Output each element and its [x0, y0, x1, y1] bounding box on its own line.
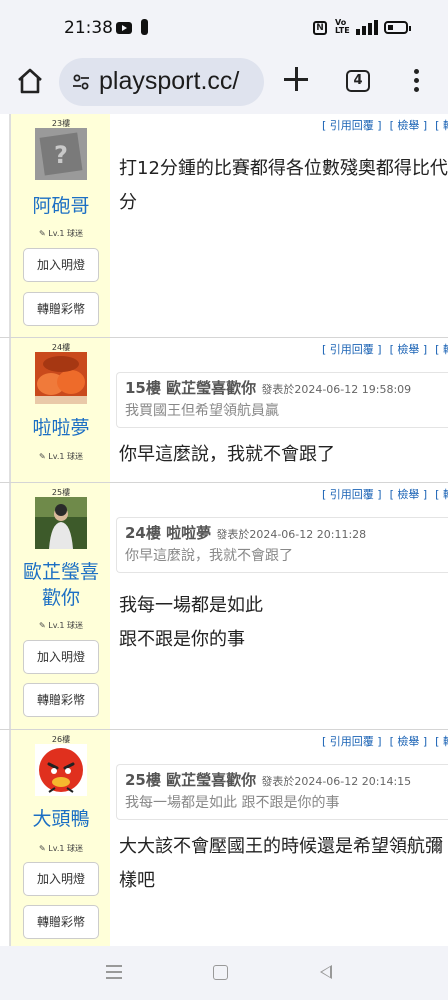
post-actions: [ 引用回覆 ] [ 檢舉 ] [ 轉 [322, 733, 448, 749]
quote-text: 我每一場都是如此 跟不跟是你的事 [125, 795, 340, 811]
pencil-icon: ✎ [39, 844, 49, 853]
report-link[interactable]: [ 檢舉 ] [390, 343, 428, 356]
user-level: ✎ Lv.1 球迷 [39, 452, 83, 461]
signal-icon [356, 19, 378, 35]
person-photo-avatar [35, 497, 87, 549]
add-fan-button[interactable]: 加入明燈 [23, 248, 99, 282]
new-tab-icon[interactable] [284, 67, 308, 91]
avatar[interactable] [35, 744, 87, 796]
quoted-post: 24樓 啦啦夢 發表於2024-06-12 20:11:28 你早這麼說，我就不… [116, 517, 448, 573]
more-link[interactable]: [ 轉 [435, 488, 448, 501]
quoted-post: 15樓 歐芷瑩喜歡你 發表於2024-06-12 19:58:09 我買國王但希… [116, 372, 448, 428]
user-profile: 24樓 啦啦夢 ✎ Lv.1 球迷 [10, 338, 110, 482]
recent-apps-icon[interactable] [106, 965, 122, 979]
post-actions: [ 引用回覆 ] [ 檢舉 ] [ 轉 [322, 341, 448, 357]
username[interactable]: 大頭鴨 [11, 806, 111, 832]
quote-reply-link[interactable]: [ 引用回覆 ] [322, 735, 382, 748]
back-icon[interactable] [320, 965, 332, 979]
browser-toolbar: playsport.cc/ 4 [0, 56, 448, 114]
post-body-line: 大大該不會壓國王的時候還是希望領航彌 [119, 836, 443, 857]
system-nav-bar [0, 946, 448, 1000]
default-avatar-icon: ? [35, 128, 87, 180]
quote-header: 25樓 歐芷瑩喜歡你 發表於2024-06-12 20:14:15 [125, 771, 412, 789]
home-icon[interactable] [14, 65, 46, 97]
quote-text: 我買國王但希望領航員贏 [125, 403, 279, 419]
quote-reply-link[interactable]: [ 引用回覆 ] [322, 119, 382, 132]
post-body-line: 樣吧 [119, 870, 155, 891]
more-menu-icon[interactable] [414, 69, 420, 93]
post-floor-24: 24樓 啦啦夢 ✎ Lv.1 球迷 [ 引用回覆 ] [ 檢舉 ] [ 轉 15樓 … [10, 338, 448, 482]
add-fan-button[interactable]: 加入明燈 [23, 640, 99, 674]
more-link[interactable]: [ 轉 [435, 735, 448, 748]
quote-header: 15樓 歐芷瑩喜歡你 發表於2024-06-12 19:58:09 [125, 379, 412, 397]
nav-home-icon[interactable] [213, 965, 228, 980]
username[interactable]: 歐芷瑩喜 歡你 [11, 559, 111, 611]
status-bar: 21:38 N Vo LTE [0, 0, 448, 56]
battery-icon [384, 21, 411, 34]
user-profile: 26樓 大頭鴨 ✎ Lv.1 球迷 加入明燈 轉贈彩幣 [10, 730, 110, 946]
gift-coins-button[interactable]: 轉贈彩幣 [23, 905, 99, 939]
quote-text: 你早這麼說，我就不會跟了 [125, 548, 293, 564]
post-floor-23: 23樓 ? 阿砲哥 ✎ Lv.1 球迷 加入明燈 轉贈彩幣 [ 引用回覆 ][ … [10, 114, 448, 337]
user-level: ✎ Lv.1 球迷 [39, 621, 83, 630]
user-profile: 25樓 歐芷瑩喜 歡你 ✎ Lv.1 球迷 加入明燈 轉贈彩幣 [10, 483, 110, 729]
svg-text:?: ? [54, 141, 68, 169]
username[interactable]: 啦啦夢 [11, 415, 111, 441]
add-fan-button[interactable]: 加入明燈 [23, 862, 99, 896]
post-body-line: 我每一場都是如此 [119, 595, 263, 616]
avatar[interactable]: ? [35, 128, 87, 180]
gift-coins-button[interactable]: 轉贈彩幣 [23, 683, 99, 717]
post-floor-26: 26樓 大頭鴨 ✎ Lv.1 球迷 加入明燈 轉贈彩幣 [ 引用回覆 ] [ 檢舉… [10, 730, 448, 946]
red-duck-avatar [35, 744, 87, 796]
more-link[interactable]: [ 轉 [435, 119, 448, 132]
site-settings-icon[interactable] [71, 72, 91, 92]
quote-header: 24樓 啦啦夢 發表於2024-06-12 20:11:28 [125, 524, 367, 542]
youtube-notification-icon [116, 22, 132, 34]
user-level: ✎ Lv.1 球迷 [39, 229, 83, 238]
post-body-line: 分 [119, 192, 137, 213]
report-link[interactable]: [ 檢舉 ] [390, 735, 428, 748]
pencil-icon: ✎ [39, 229, 49, 238]
post-floor-25: 25樓 歐芷瑩喜 歡你 ✎ Lv.1 球迷 加入明燈 轉贈彩幣 [ 引用回覆 ][… [10, 483, 448, 729]
post-actions: [ 引用回覆 ] [ 檢舉 ] [ 轉 [322, 486, 448, 502]
food-photo-avatar [35, 352, 87, 404]
status-time: 21:38 [64, 18, 113, 38]
post-body-line: 打12分鍾的比賽都得各位數殘奧都得比代 [119, 158, 448, 179]
quote-reply-link[interactable]: [ 引用回覆 ] [322, 488, 382, 501]
quote-reply-link[interactable]: [ 引用回覆 ] [322, 343, 382, 356]
pencil-icon: ✎ [39, 621, 49, 630]
user-profile: 23樓 ? 阿砲哥 ✎ Lv.1 球迷 加入明燈 轉贈彩幣 [10, 114, 110, 337]
post-body-line: 你早這麼說，我就不會跟了 [119, 444, 335, 465]
volte-icon: Vo LTE [335, 18, 350, 35]
url-text[interactable]: playsport.cc/ [99, 67, 239, 96]
report-link[interactable]: [ 檢舉 ] [390, 488, 428, 501]
username[interactable]: 阿砲哥 [11, 193, 111, 219]
forum-thread: 23樓 ? 阿砲哥 ✎ Lv.1 球迷 加入明燈 轉贈彩幣 [ 引用回覆 ][ … [0, 114, 448, 946]
pencil-icon: ✎ [39, 452, 49, 461]
user-level: ✎ Lv.1 球迷 [39, 844, 83, 853]
nba-notification-icon [141, 19, 148, 35]
avatar[interactable] [35, 352, 87, 404]
post-actions: [ 引用回覆 ] [ 檢舉 ] [ 轉 [322, 117, 448, 133]
report-link[interactable]: [ 檢舉 ] [390, 119, 428, 132]
more-link[interactable]: [ 轉 [435, 343, 448, 356]
avatar[interactable] [35, 497, 87, 549]
post-body-line: 跟不跟是你的事 [119, 629, 245, 650]
quoted-post: 25樓 歐芷瑩喜歡你 發表於2024-06-12 20:14:15 我每一場都是… [116, 764, 448, 820]
tab-switcher-button[interactable]: 4 [346, 70, 370, 92]
gift-coins-button[interactable]: 轉贈彩幣 [23, 292, 99, 326]
nfc-icon: N [313, 21, 327, 35]
address-bar[interactable]: playsport.cc/ [59, 58, 264, 106]
